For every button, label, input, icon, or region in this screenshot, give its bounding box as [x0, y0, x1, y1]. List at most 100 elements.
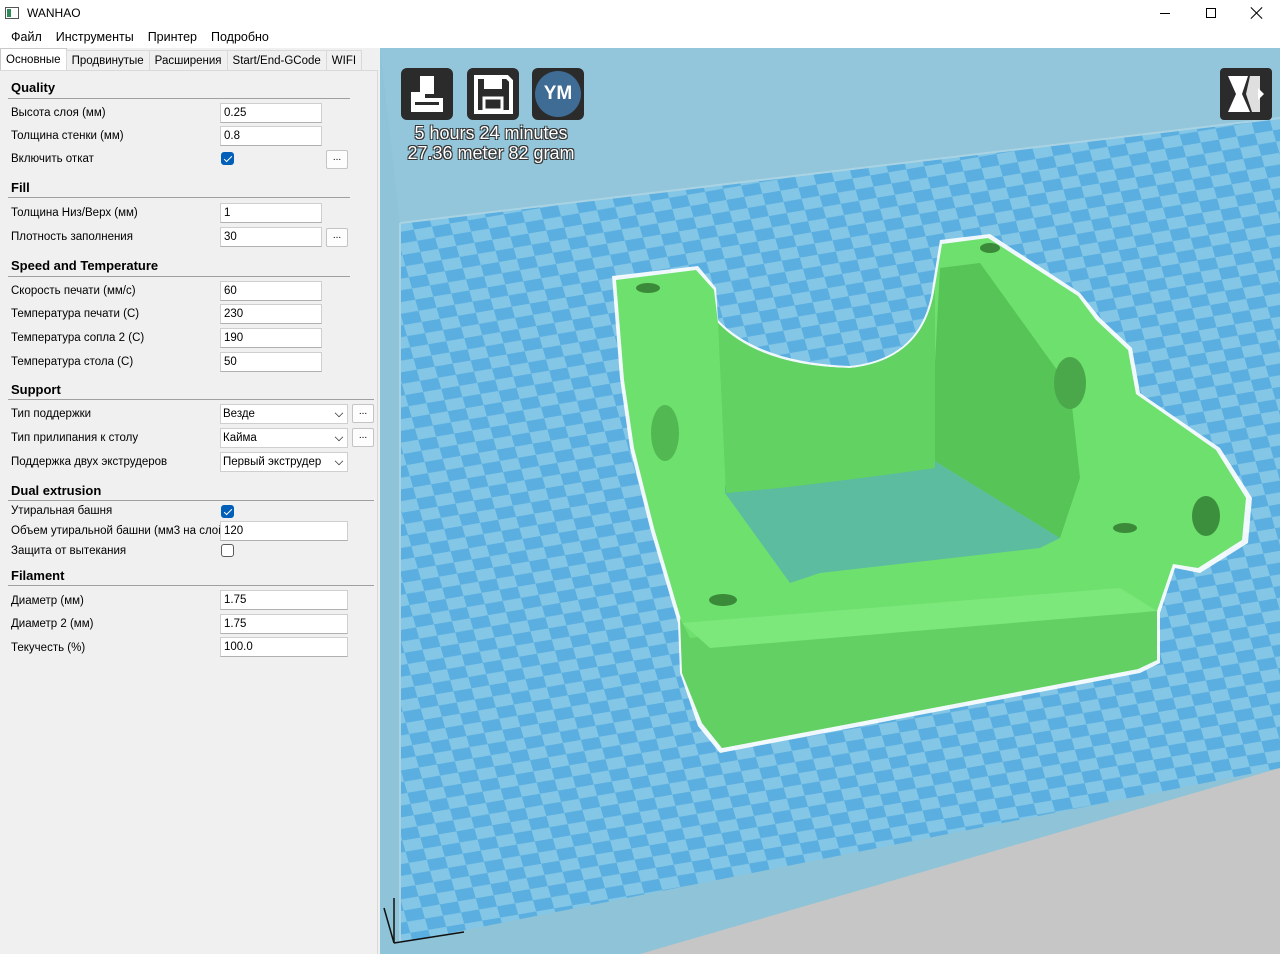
- tab-wifi[interactable]: WIFI: [325, 50, 363, 70]
- section-divider: [8, 98, 350, 99]
- wipe-tower-volume-field[interactable]: 120: [220, 521, 348, 541]
- section-title-filament: Filament: [11, 568, 65, 583]
- ym-icon: YM: [535, 71, 581, 117]
- label-diameter2: Диаметр 2 (мм): [11, 618, 94, 630]
- retraction-settings-button[interactable]: ...: [326, 150, 348, 169]
- label-diameter: Диаметр (мм): [11, 595, 84, 607]
- minimize-button[interactable]: [1142, 0, 1188, 26]
- mount-hole: [636, 283, 660, 293]
- label-print-temp: Температура печати (С): [11, 308, 140, 320]
- section-divider: [8, 585, 374, 586]
- ooze-shield-checkbox[interactable]: [221, 544, 234, 557]
- label-wipe-tower-volume: Объем утиральной башни (мм3 на слой): [11, 525, 229, 537]
- flow-field[interactable]: 100.0: [220, 637, 348, 657]
- section-divider: [8, 500, 374, 501]
- retraction-checkbox[interactable]: [221, 152, 234, 165]
- label-adhesion-type: Тип прилипания к столу: [11, 432, 139, 444]
- adhesion-type-select[interactable]: Кайма: [220, 428, 348, 448]
- title-bar: WANHAO: [0, 0, 1280, 26]
- load-model-icon: [411, 76, 443, 112]
- label-fill-density: Плотность заполнения: [11, 231, 133, 243]
- window-title: WANHAO: [27, 6, 81, 20]
- print-material-estimate: 27.36 meter 82 gram: [407, 143, 575, 163]
- save-gcode-icon: [474, 75, 513, 114]
- section-divider: [8, 399, 374, 400]
- maximize-icon: [1206, 8, 1216, 18]
- side-boss: [651, 405, 679, 461]
- support-type-value: Везде: [223, 408, 255, 420]
- mount-hole: [1113, 523, 1137, 533]
- label-bottom-top-thickness: Толщина Низ/Верх (мм): [11, 207, 138, 219]
- bottom-top-thickness-field[interactable]: 1: [220, 203, 322, 223]
- save-gcode-button[interactable]: [467, 68, 519, 120]
- tab-advanced[interactable]: Продвинутые: [65, 50, 150, 70]
- nozzle2-temp-field[interactable]: 190: [220, 328, 322, 348]
- section-divider: [8, 276, 350, 277]
- y-axis-line: [383, 907, 395, 944]
- tab-basic[interactable]: Основные: [0, 48, 67, 70]
- layer-height-field[interactable]: 0.25: [220, 103, 322, 123]
- label-retraction: Включить откат: [11, 153, 94, 165]
- label-layer-height: Высота слоя (мм): [11, 107, 106, 119]
- fill-settings-button[interactable]: ...: [326, 228, 348, 247]
- shaft-hole: [1192, 496, 1220, 536]
- bed-temp-field[interactable]: 50: [220, 352, 322, 372]
- print-speed-field[interactable]: 60: [220, 281, 322, 301]
- label-flow: Текучесть (%): [11, 642, 86, 654]
- window-controls: [1142, 0, 1280, 26]
- menu-tools[interactable]: Инструменты: [49, 26, 141, 48]
- settings-panel: Основные Продвинутые Расширения Start/En…: [0, 48, 380, 954]
- close-button[interactable]: [1234, 0, 1280, 26]
- chevron-down-icon: [334, 432, 344, 442]
- print-temp-field[interactable]: 230: [220, 304, 322, 324]
- diameter-field[interactable]: 1.75: [220, 590, 348, 610]
- section-title-quality: Quality: [11, 80, 56, 95]
- section-title-speed: Speed and Temperature: [11, 258, 159, 273]
- scene-canvas: [380, 48, 1280, 954]
- section-divider: [8, 197, 350, 198]
- menu-file[interactable]: Файл: [4, 26, 49, 48]
- label-nozzle2-temp: Температура сопла 2 (С): [11, 332, 145, 344]
- view-mode-icon: [1228, 76, 1264, 112]
- label-wipe-tower: Утиральная башня: [11, 505, 113, 517]
- dual-support-value: Первый экструдер: [223, 456, 322, 468]
- tab-content-basic: Quality Высота слоя (мм) 0.25 Толщина ст…: [0, 70, 378, 954]
- label-ooze-shield: Защита от вытекания: [11, 545, 127, 557]
- print-time-estimate: 5 hours 24 minutes: [414, 123, 568, 143]
- section-title-dual-extrusion: Dual extrusion: [11, 483, 102, 498]
- menu-printer[interactable]: Принтер: [141, 26, 204, 48]
- label-print-speed: Скорость печати (мм/с): [11, 285, 136, 297]
- app-icon: [5, 7, 19, 19]
- menu-bar: Файл Инструменты Принтер Подробно: [0, 26, 1280, 48]
- 3d-viewport[interactable]: YM 5 hours 24 minutes 27.36 meter 82 gra…: [380, 48, 1280, 954]
- diameter2-field[interactable]: 1.75: [220, 614, 348, 634]
- section-title-fill: Fill: [11, 180, 30, 195]
- chevron-down-icon: [334, 456, 344, 466]
- tab-start-end-gcode[interactable]: Start/End-GCode: [226, 50, 327, 70]
- mount-hole: [980, 243, 1000, 253]
- shell-thickness-field[interactable]: 0.8: [220, 126, 322, 146]
- label-bed-temp: Температура стола (С): [11, 356, 134, 368]
- section-title-support: Support: [11, 382, 61, 397]
- mount-hole: [709, 594, 737, 606]
- tab-plugins[interactable]: Расширения: [148, 50, 228, 70]
- load-model-button[interactable]: [401, 68, 453, 120]
- menu-expert[interactable]: Подробно: [204, 26, 276, 48]
- dual-support-select[interactable]: Первый экструдер: [220, 452, 348, 472]
- label-dual-support: Поддержка двух экструдеров: [11, 456, 168, 468]
- settings-tabs: Основные Продвинутые Расширения Start/En…: [0, 48, 363, 71]
- chevron-down-icon: [334, 408, 344, 418]
- adhesion-settings-button[interactable]: ...: [352, 428, 374, 447]
- wipe-tower-checkbox[interactable]: [221, 505, 234, 518]
- adhesion-type-value: Кайма: [223, 432, 257, 444]
- support-type-select[interactable]: Везде: [220, 404, 348, 424]
- label-shell-thickness: Толщина стенки (мм): [11, 130, 124, 142]
- support-settings-button[interactable]: ...: [352, 404, 374, 423]
- close-icon: [1251, 7, 1263, 19]
- minimize-icon: [1160, 12, 1170, 14]
- side-boss: [1054, 357, 1086, 409]
- ym-button[interactable]: YM: [532, 68, 584, 120]
- view-mode-button[interactable]: [1220, 68, 1272, 120]
- maximize-button[interactable]: [1188, 0, 1234, 26]
- fill-density-field[interactable]: 30: [220, 227, 322, 247]
